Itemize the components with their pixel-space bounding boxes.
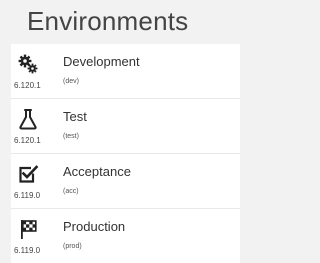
environment-row-production[interactable]: 6.119.0 Production (prod) — [11, 209, 240, 263]
environment-name: Production — [63, 219, 126, 234]
environment-row-development[interactable]: 6.120.1 Development (dev) — [11, 44, 240, 99]
environment-version: 6.119.0 — [14, 191, 41, 200]
environment-code: (dev) — [63, 78, 79, 85]
environment-code: (test) — [63, 133, 79, 140]
checkbox-icon — [17, 163, 39, 185]
gears-icon — [17, 53, 39, 75]
environment-version: 6.119.0 — [14, 246, 41, 255]
environment-version: 6.120.1 — [14, 136, 41, 145]
environment-name: Development — [63, 54, 140, 69]
environment-version: 6.120.1 — [14, 81, 41, 90]
environment-list: 6.120.1 Development (dev) 6.120.1 Test (… — [11, 44, 240, 263]
environment-row-test[interactable]: 6.120.1 Test (test) — [11, 99, 240, 154]
environment-name: Acceptance — [63, 164, 131, 179]
checkered-flag-icon — [17, 218, 39, 240]
environment-code: (acc) — [63, 188, 79, 195]
environment-row-acceptance[interactable]: 6.119.0 Acceptance (acc) — [11, 154, 240, 209]
environment-code: (prod) — [63, 243, 82, 250]
environment-name: Test — [63, 109, 87, 124]
flask-icon — [17, 108, 39, 130]
page-title: Environments — [27, 6, 189, 36]
